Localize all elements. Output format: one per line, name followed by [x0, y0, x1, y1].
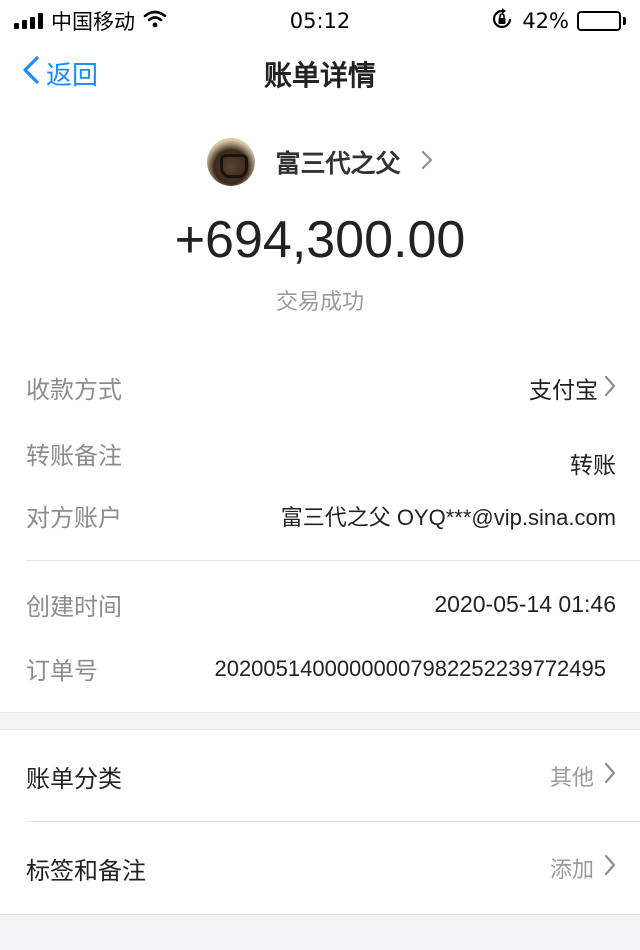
- payer-link[interactable]: 富三代之父: [0, 136, 640, 188]
- transaction-amount: +694,300.00: [174, 211, 466, 269]
- tags-notes-value: 添加: [549, 858, 594, 883]
- status-right: 42%: [490, 7, 626, 36]
- page-title: 账单详情: [263, 59, 376, 92]
- orientation-lock-icon: [490, 7, 514, 36]
- created-time-label: 创建时间: [26, 593, 122, 621]
- created-time-row: 创建时间 2020-05-14 01:46: [26, 587, 616, 622]
- order-number-label: 订单号: [26, 657, 98, 685]
- order-number-row: 订单号 20200514000000007982252239772495: [26, 651, 616, 686]
- chevron-right-icon: [604, 854, 616, 882]
- status-bar: 中国移动 05:12 42%: [0, 0, 640, 42]
- payer-name: 富三代之父: [275, 149, 401, 178]
- status-left: 中国移动: [14, 6, 167, 36]
- tags-notes-cell[interactable]: 标签和备注 添加: [0, 822, 640, 914]
- counterparty-label: 对方账户: [26, 504, 122, 532]
- payment-method-label: 收款方式: [26, 376, 122, 404]
- section-separator: [0, 712, 640, 730]
- chevron-right-icon: [604, 762, 616, 790]
- divider: [26, 560, 640, 561]
- transfer-note-label: 转账备注: [26, 442, 122, 470]
- transfer-note-value: 转账: [570, 453, 616, 479]
- transaction-status: 交易成功: [275, 290, 364, 315]
- signal-icon: [14, 13, 43, 29]
- tags-notes-label: 标签和备注: [26, 856, 146, 885]
- order-number-value: 20200514000000007982252239772495: [214, 655, 606, 681]
- bill-detail-screen: 中国移动 05:12 42% 返回 账单详情 富三代之父 +694,300.00…: [0, 0, 640, 950]
- payment-method-value: 支付宝: [529, 377, 598, 404]
- bottom-section-separator: [0, 914, 640, 950]
- avatar: [207, 138, 256, 186]
- created-time-value: 2020-05-14 01:46: [434, 591, 616, 617]
- bill-category-label: 账单分类: [26, 764, 122, 793]
- battery-icon: [577, 11, 626, 31]
- chevron-right-icon: [604, 375, 616, 401]
- carrier-label: 中国移动: [51, 10, 135, 34]
- payment-method-row[interactable]: 收款方式 支付宝: [26, 370, 616, 405]
- transfer-note-row: 转账备注 转账: [26, 436, 616, 480]
- nav-bar: 返回 账单详情: [0, 42, 640, 104]
- counterparty-row: 对方账户 富三代之父 OYQ***@vip.sina.com: [26, 498, 616, 533]
- bill-category-value: 其他: [549, 766, 594, 791]
- chevron-right-icon: [421, 148, 433, 176]
- wifi-icon: [143, 9, 167, 33]
- battery-percent: 42%: [522, 9, 569, 33]
- counterparty-value: 富三代之父 OYQ***@vip.sina.com: [280, 504, 616, 530]
- bill-category-cell[interactable]: 账单分类 其他: [0, 730, 640, 822]
